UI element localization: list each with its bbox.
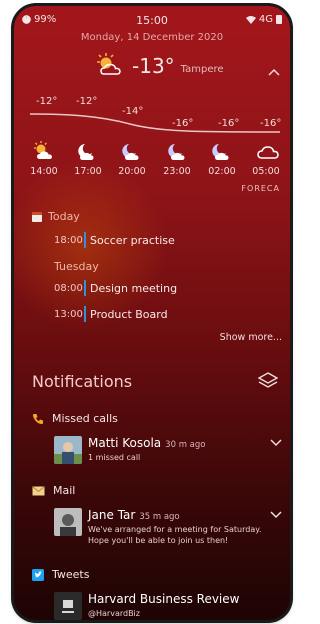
show-more-link[interactable]: Show more... bbox=[220, 332, 282, 343]
notification-detail: We've arranged for a meeting for Saturda… bbox=[88, 525, 262, 545]
notifications-title: Notifications bbox=[32, 372, 133, 391]
avatar bbox=[54, 592, 82, 620]
notification-time: 35 m ago bbox=[139, 512, 180, 522]
twitter-icon bbox=[32, 568, 44, 581]
forecast-hour: 23:00 bbox=[163, 166, 191, 177]
tweet-author: Harvard Business Review bbox=[88, 592, 240, 606]
calendar-today-header: Today bbox=[32, 210, 80, 223]
missed-calls-header: Missed calls bbox=[32, 412, 118, 425]
calendar-event[interactable]: 18:00 Soccer practise bbox=[54, 232, 175, 248]
event-color-bar bbox=[84, 232, 86, 248]
temperature-curve bbox=[30, 113, 280, 133]
status-time: 15:00 bbox=[136, 14, 168, 27]
forecast-hour: 14:00 bbox=[30, 166, 58, 177]
event-title: Product Board bbox=[90, 307, 168, 321]
date-label: Monday, 14 December 2020 bbox=[80, 32, 224, 43]
calendar-event[interactable]: 13:00 Product Board bbox=[54, 306, 168, 322]
mail-header: Mail bbox=[32, 484, 75, 497]
forecast-hour: 05:00 bbox=[252, 166, 280, 177]
notification-detail: 1 missed call bbox=[88, 453, 141, 462]
sun-cloud-icon bbox=[34, 141, 52, 159]
forecast-hour: 20:00 bbox=[118, 166, 146, 177]
mail-icon bbox=[32, 485, 45, 495]
layers-icon[interactable] bbox=[257, 372, 279, 394]
missed-calls-label: Missed calls bbox=[52, 412, 118, 425]
foreca-logo: FORECA bbox=[241, 184, 280, 193]
moon-cloud-icon bbox=[212, 144, 229, 160]
avatar bbox=[54, 508, 82, 536]
event-color-bar bbox=[84, 280, 86, 296]
weather-location: Tampere bbox=[180, 64, 224, 75]
status-bar: 99% 15:00 4G bbox=[22, 14, 282, 30]
moon-cloud-icon bbox=[78, 144, 94, 160]
collapse-chevron-icon[interactable] bbox=[268, 64, 280, 80]
moon-cloud-icon bbox=[122, 144, 139, 160]
forecast-temp: -14° bbox=[122, 106, 144, 117]
event-title: Soccer practise bbox=[90, 233, 175, 247]
forecast-hour: 17:00 bbox=[74, 166, 102, 177]
avatar bbox=[54, 436, 82, 464]
moon-cloud-icon bbox=[168, 144, 185, 160]
forecast-temp: -16° bbox=[260, 118, 282, 129]
forecast-temp: -12° bbox=[36, 96, 58, 107]
tweet-notification[interactable]: Harvard Business Review @HarvardBiz bbox=[54, 592, 282, 620]
sender-name: Jane Tar bbox=[88, 508, 136, 522]
tweet-handle: @HarvardBiz bbox=[88, 609, 140, 618]
caller-name: Matti Kosola bbox=[88, 436, 162, 450]
current-weather[interactable]: -13° Tampere bbox=[94, 52, 224, 78]
today-label: Today bbox=[48, 210, 80, 223]
notification-time: 30 m ago bbox=[165, 440, 206, 450]
forecast-temp: -16° bbox=[172, 118, 194, 129]
mail-label: Mail bbox=[53, 484, 76, 497]
mail-notification[interactable]: Jane Tar 35 m ago We've arranged for a me… bbox=[54, 508, 282, 556]
event-time: 08:00 bbox=[54, 282, 83, 294]
event-time: 18:00 bbox=[54, 234, 83, 246]
current-temperature: -13° bbox=[132, 54, 175, 78]
missed-call-notification[interactable]: Matti Kosola 30 m ago 1 missed call bbox=[54, 436, 282, 470]
network-type: 4G bbox=[258, 14, 273, 25]
tweets-label: Tweets bbox=[52, 568, 90, 581]
signal-icon bbox=[276, 15, 282, 24]
partly-sunny-icon bbox=[97, 53, 121, 75]
calendar-icon bbox=[32, 211, 42, 222]
tuesday-label: Tuesday bbox=[54, 260, 99, 273]
event-color-bar bbox=[84, 306, 86, 322]
event-time: 13:00 bbox=[54, 308, 83, 320]
phone-icon bbox=[33, 413, 43, 424]
phone-frame: 99% 15:00 4G Monday, 14 December 2020 -1… bbox=[14, 6, 290, 620]
forecast-temp: -16° bbox=[218, 118, 240, 129]
expand-chevron-icon[interactable] bbox=[270, 436, 282, 450]
event-title: Design meeting bbox=[90, 281, 178, 295]
cloud-icon bbox=[257, 146, 279, 159]
wifi-icon bbox=[245, 15, 256, 24]
forecast-hour: 02:00 bbox=[208, 166, 236, 177]
calendar-event[interactable]: 08:00 Design meeting bbox=[54, 280, 177, 296]
forecast-temp: -12° bbox=[76, 96, 98, 107]
expand-chevron-icon[interactable] bbox=[270, 508, 282, 522]
tweets-header: Tweets bbox=[32, 568, 89, 581]
